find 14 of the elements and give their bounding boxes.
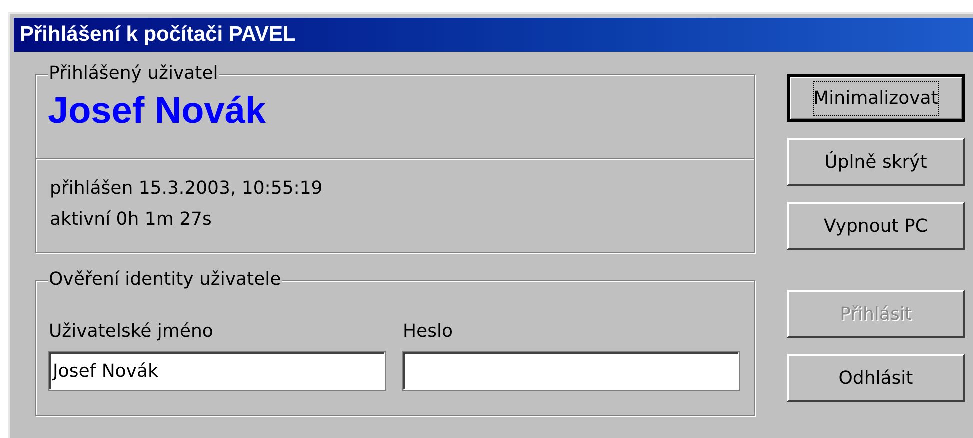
dialog-button[interactable]: Úplně skrýt [787, 138, 965, 186]
window-title: Přihlášení k počítači PAVEL [20, 23, 296, 47]
group-legend: Ověření identity uživatele [48, 269, 282, 291]
field-label: Heslo [403, 320, 454, 344]
field-label: Uživatelské jméno [49, 320, 214, 344]
dialog-button[interactable]: Minimalizovat [787, 74, 965, 122]
dialog-button[interactable]: Vypnout PC [787, 202, 965, 250]
input-field[interactable] [403, 352, 739, 390]
info-text: přihlášen 15.3.2003, 10:55:19 [50, 177, 324, 201]
dialog-button[interactable]: Odhlásit [787, 354, 965, 402]
group-legend: Přihlášený uživatel [48, 63, 220, 85]
user-name: Josef Novák [48, 90, 266, 131]
input-field[interactable]: Josef Novák [49, 352, 385, 390]
info-text: aktivní 0h 1m 27s [50, 208, 213, 232]
